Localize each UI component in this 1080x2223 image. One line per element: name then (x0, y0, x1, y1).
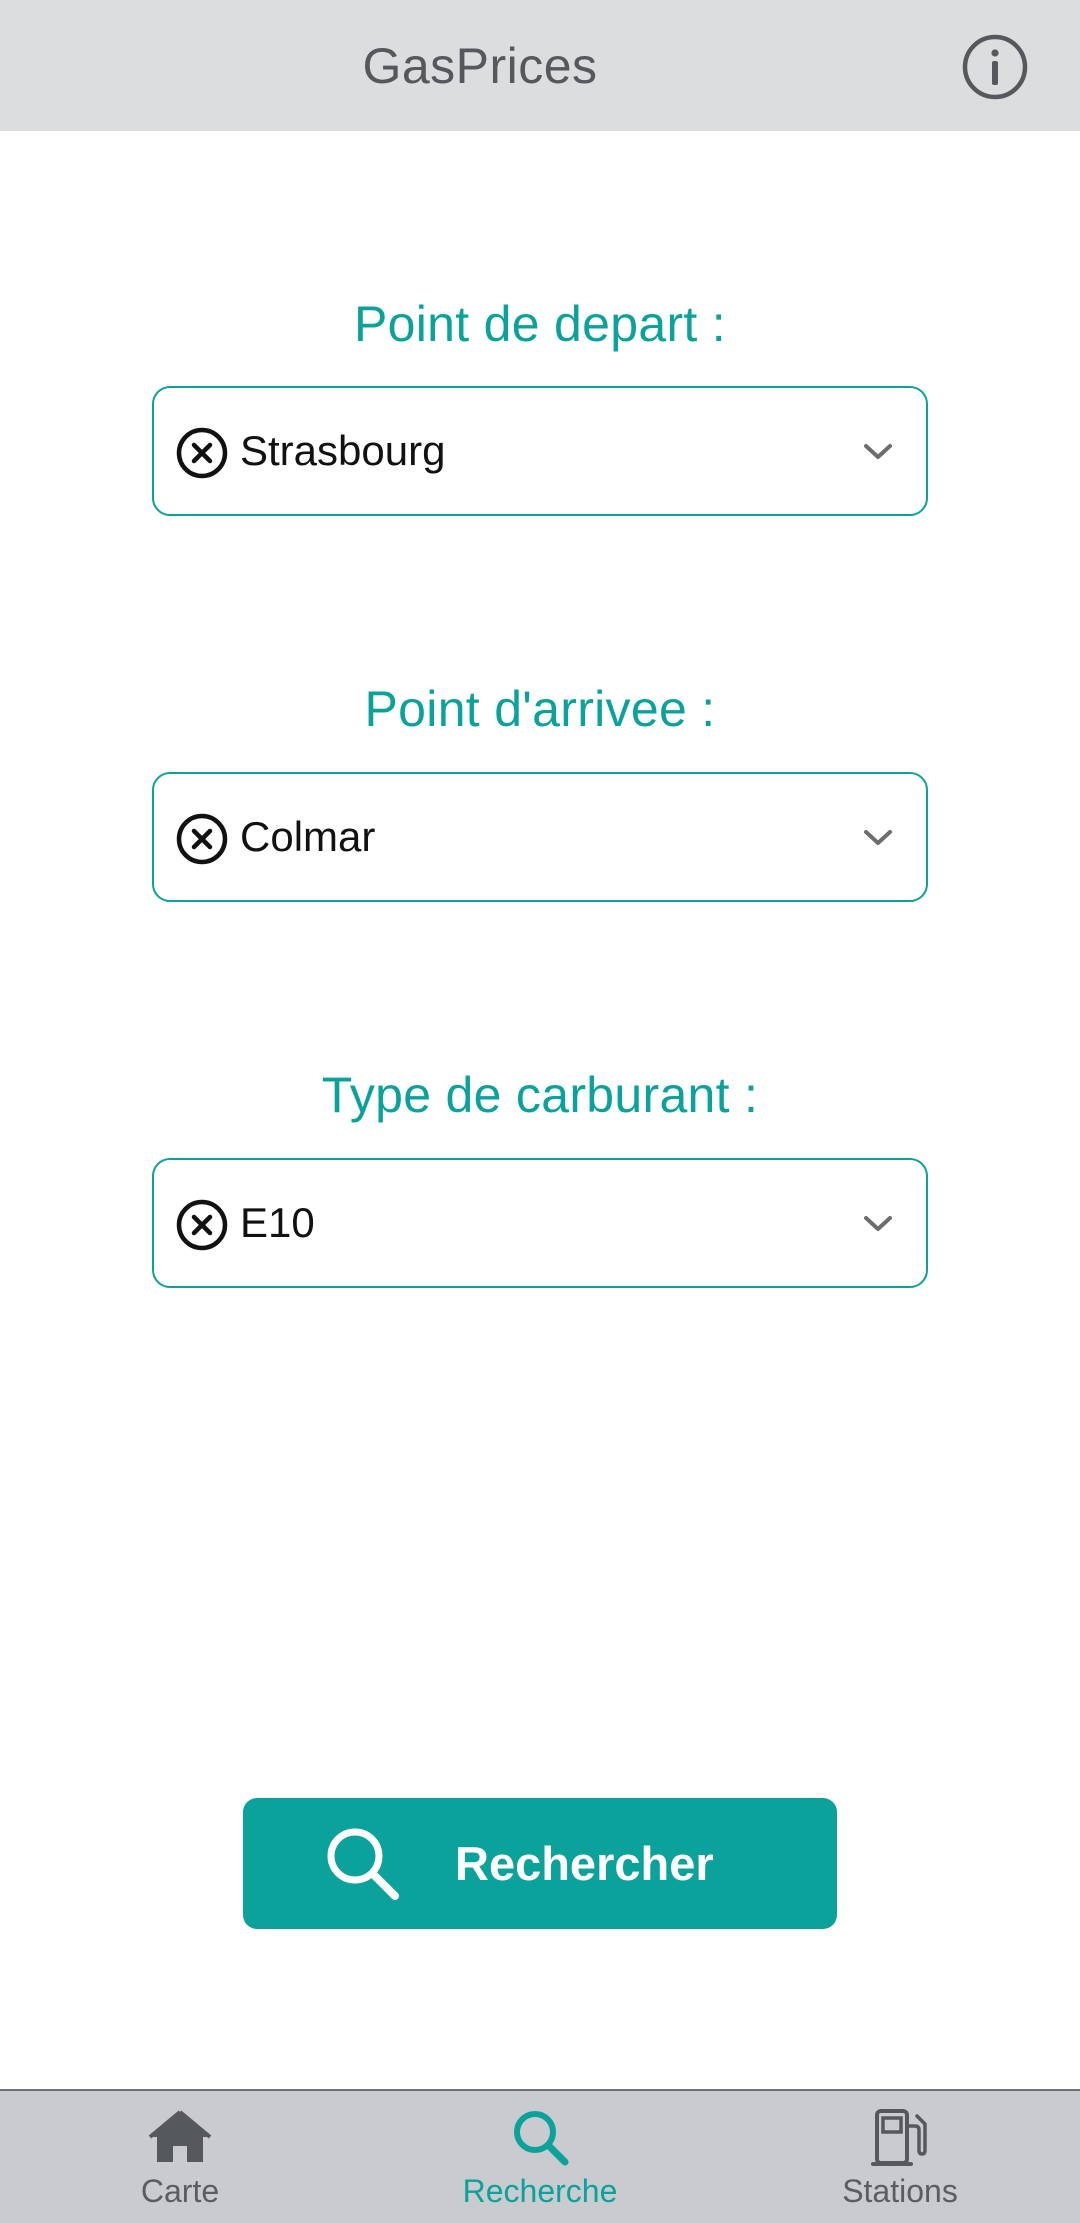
arrival-value: Colmar (240, 813, 376, 860)
fuel-type-value: E10 (240, 1199, 315, 1246)
nav-item-carte[interactable]: Carte (0, 2091, 360, 2223)
clear-departure-button[interactable] (176, 427, 228, 479)
arrival-dropdown-toggle[interactable] (860, 820, 896, 856)
arrival-label: Point d'arrivee : (364, 681, 716, 737)
arrival-select[interactable]: Colmar (152, 772, 928, 902)
fuel-type-label: Type de carburant : (321, 1067, 759, 1123)
info-button[interactable] (960, 32, 1030, 102)
nav-label-carte: Carte (140, 2173, 220, 2209)
clear-fuel-type-button[interactable] (176, 1199, 228, 1251)
fuel-type-select[interactable]: E10 (152, 1158, 928, 1288)
search-button[interactable]: Rechercher (243, 1798, 837, 1929)
home-icon (148, 2110, 212, 2162)
gas-pump-icon (871, 2109, 927, 2166)
clear-arrival-button[interactable] (176, 813, 228, 865)
chevron-down-icon (864, 1216, 892, 1231)
nav-label-recherche: Recherche (462, 2173, 618, 2209)
nav-label-stations: Stations (842, 2173, 958, 2209)
departure-dropdown-toggle[interactable] (860, 434, 896, 470)
app-title: GasPrices (362, 37, 598, 94)
search-icon (514, 2111, 569, 2166)
nav-item-recherche[interactable]: Recherche (360, 2091, 720, 2223)
departure-select[interactable]: Strasbourg (152, 386, 928, 516)
chevron-down-icon (864, 830, 892, 845)
nav-item-stations[interactable]: Stations (720, 2091, 1080, 2223)
bottom-navigation: Carte Recherche Stations (0, 2089, 1080, 2223)
clear-icon (176, 427, 228, 479)
fuel-type-dropdown-toggle[interactable] (860, 1206, 896, 1242)
info-circle-icon (962, 34, 1028, 100)
clear-icon (176, 813, 228, 865)
departure-label: Point de depart : (353, 296, 727, 352)
departure-value: Strasbourg (240, 427, 446, 474)
search-icon (327, 1828, 399, 1900)
chevron-down-icon (864, 444, 892, 459)
clear-icon (176, 1199, 228, 1251)
app-header: GasPrices (0, 0, 1080, 131)
app-root: GasPrices Point de depart : Strasbourg P… (0, 0, 1080, 2223)
search-button-label: Rechercher (455, 1837, 714, 1890)
